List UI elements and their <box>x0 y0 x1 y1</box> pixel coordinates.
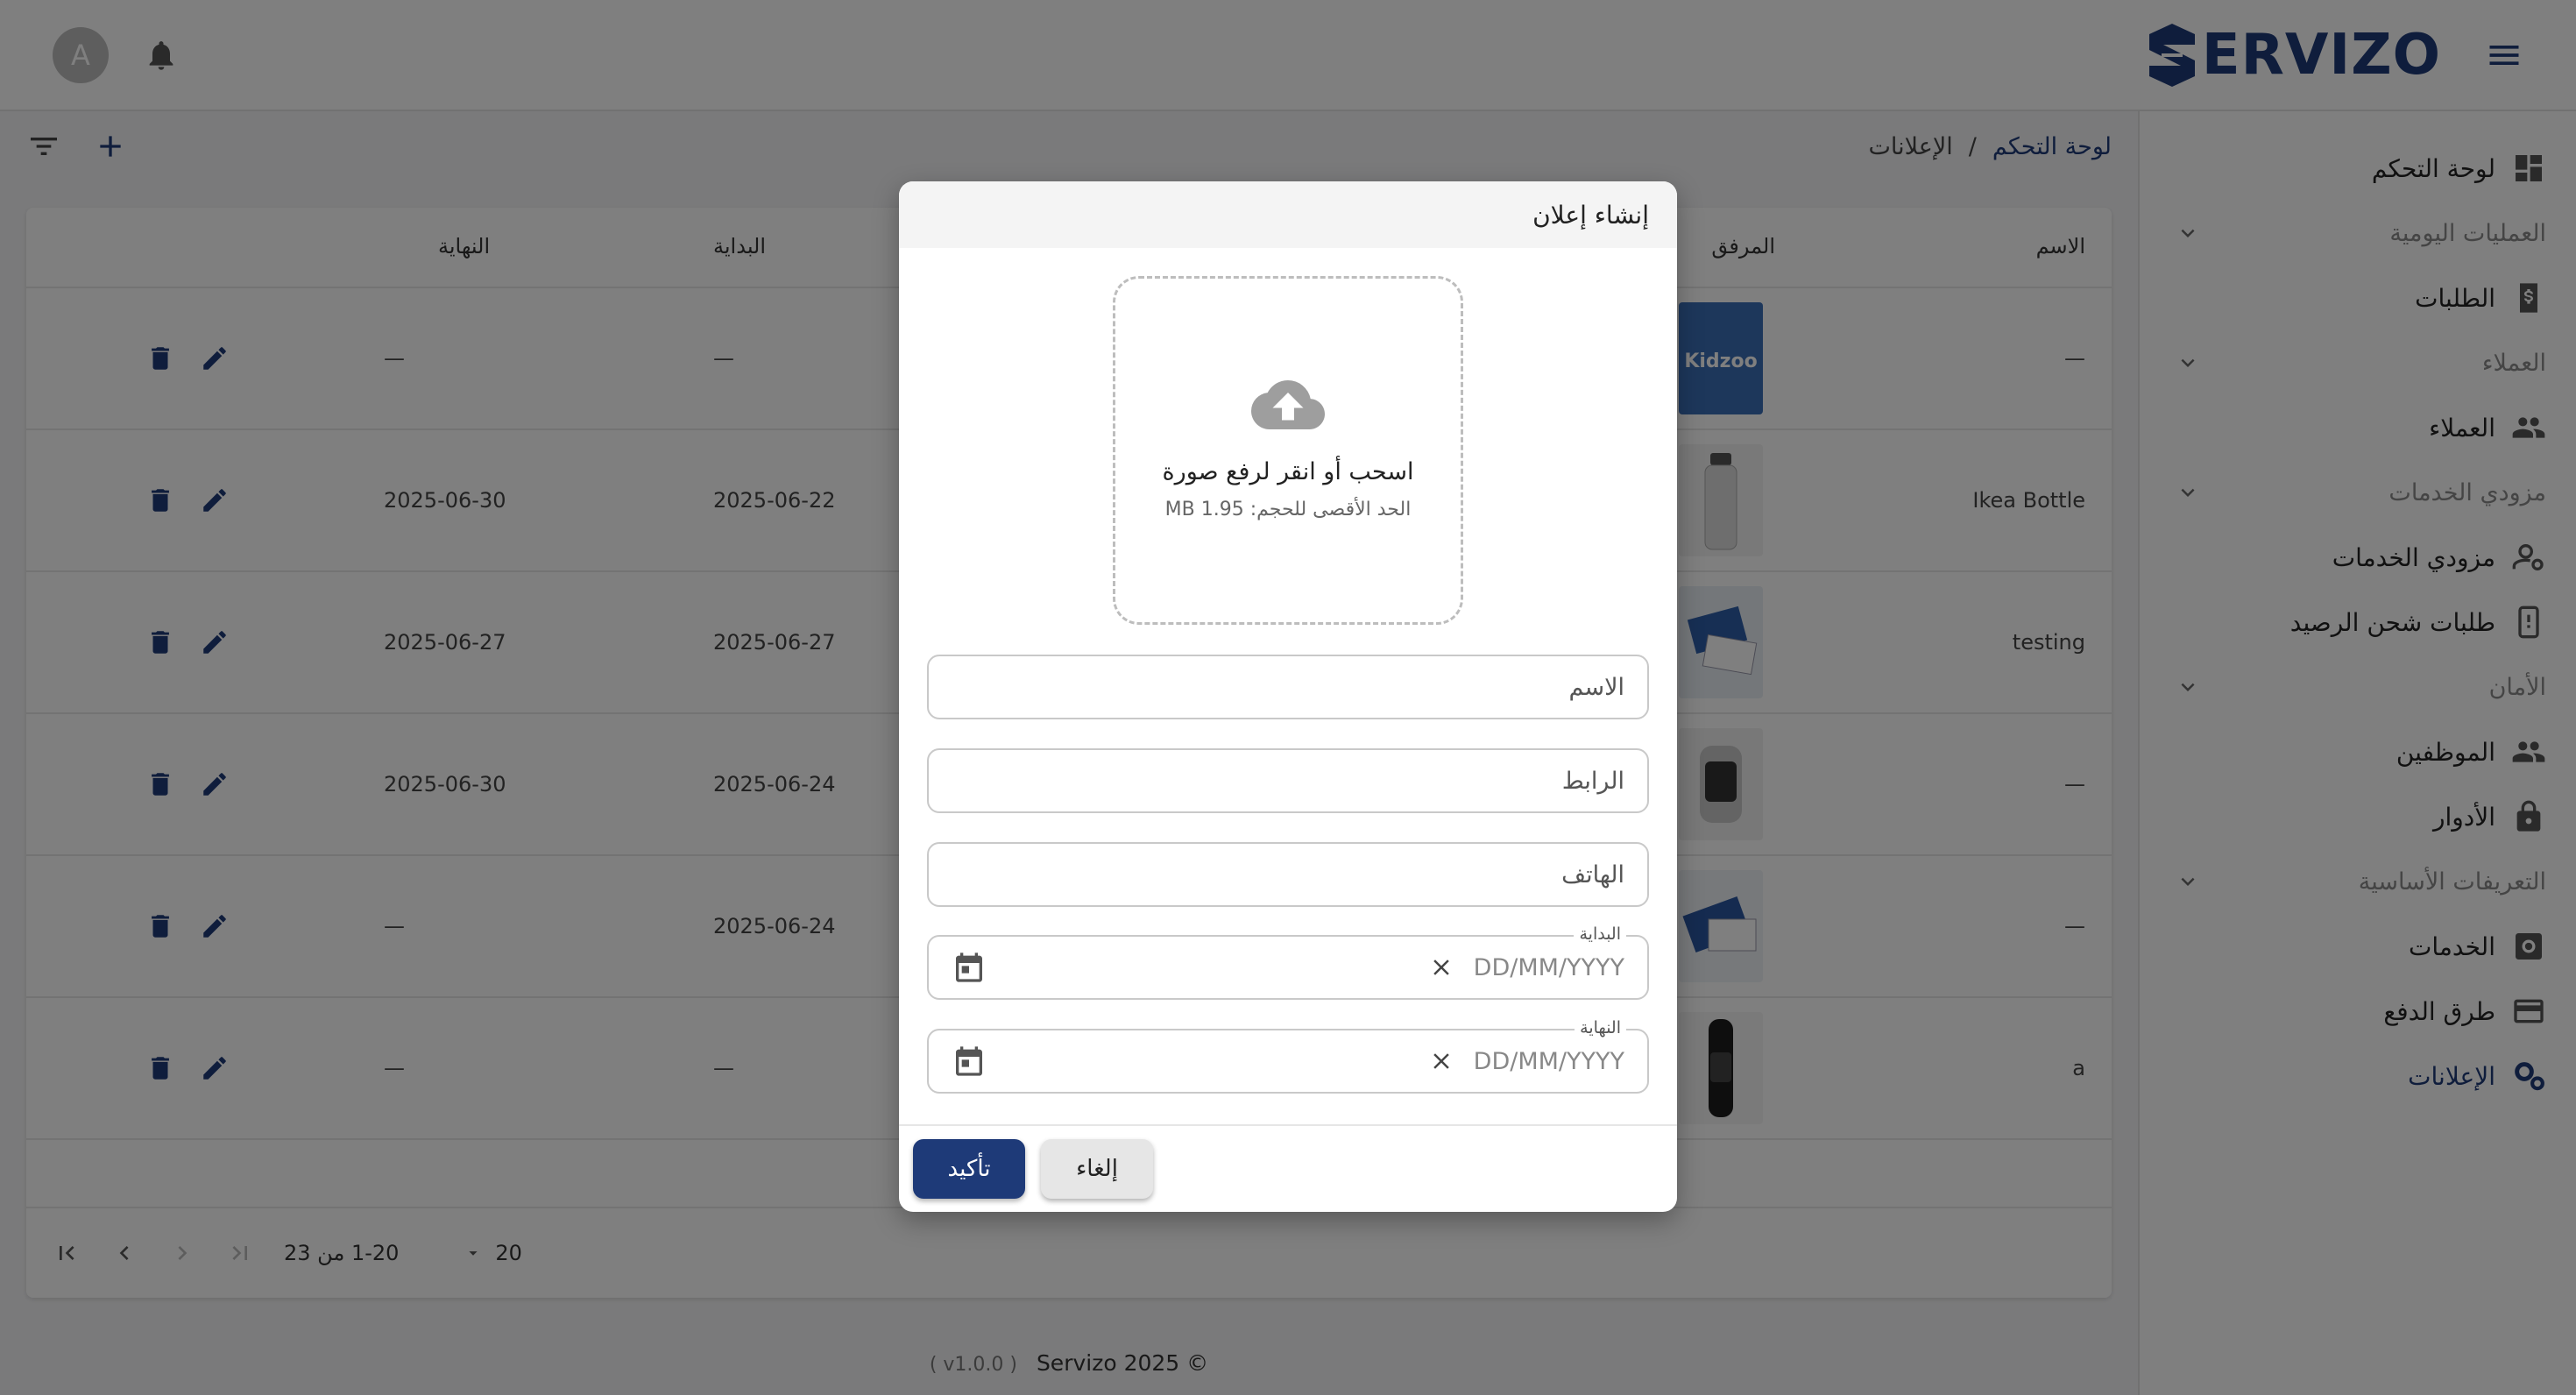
calendar-icon[interactable] <box>952 1044 987 1079</box>
dropzone-hint: الحد الأقصى للحجم: 1.95 MB <box>1164 499 1412 521</box>
confirm-button[interactable]: تأكيد <box>913 1139 1025 1199</box>
name-field[interactable]: الاسم <box>927 655 1649 719</box>
create-ad-dialog: إنشاء إعلان اسحب أو انقر لرفع صورة الحد … <box>899 181 1677 1212</box>
end-date-label: النهاية <box>1575 1018 1626 1037</box>
clear-icon[interactable] <box>1428 1048 1454 1074</box>
dropzone-title: اسحب أو انقر لرفع صورة <box>1162 457 1414 485</box>
start-date-label: البداية <box>1574 924 1626 944</box>
image-dropzone[interactable]: اسحب أو انقر لرفع صورة الحد الأقصى للحجم… <box>1113 276 1463 625</box>
start-date-field[interactable]: البداية DD/MM/YYYY <box>927 924 1649 1000</box>
name-placeholder: الاسم <box>1568 673 1625 701</box>
cancel-button[interactable]: إلغاء <box>1041 1139 1153 1199</box>
link-field[interactable]: الرابط <box>927 748 1649 813</box>
phone-field[interactable]: الهاتف <box>927 842 1649 907</box>
end-date-placeholder: DD/MM/YYYY <box>1473 1047 1624 1075</box>
cloud-upload-icon <box>1251 379 1325 429</box>
dialog-actions: إلغاء تأكيد <box>899 1124 1677 1212</box>
dialog-title: إنشاء إعلان <box>899 181 1677 248</box>
calendar-icon[interactable] <box>952 950 987 985</box>
end-date-field[interactable]: النهاية DD/MM/YYYY <box>927 1018 1649 1094</box>
phone-placeholder: الهاتف <box>1561 860 1624 889</box>
start-date-placeholder: DD/MM/YYYY <box>1473 953 1624 981</box>
clear-icon[interactable] <box>1428 954 1454 981</box>
link-placeholder: الرابط <box>1561 767 1624 795</box>
